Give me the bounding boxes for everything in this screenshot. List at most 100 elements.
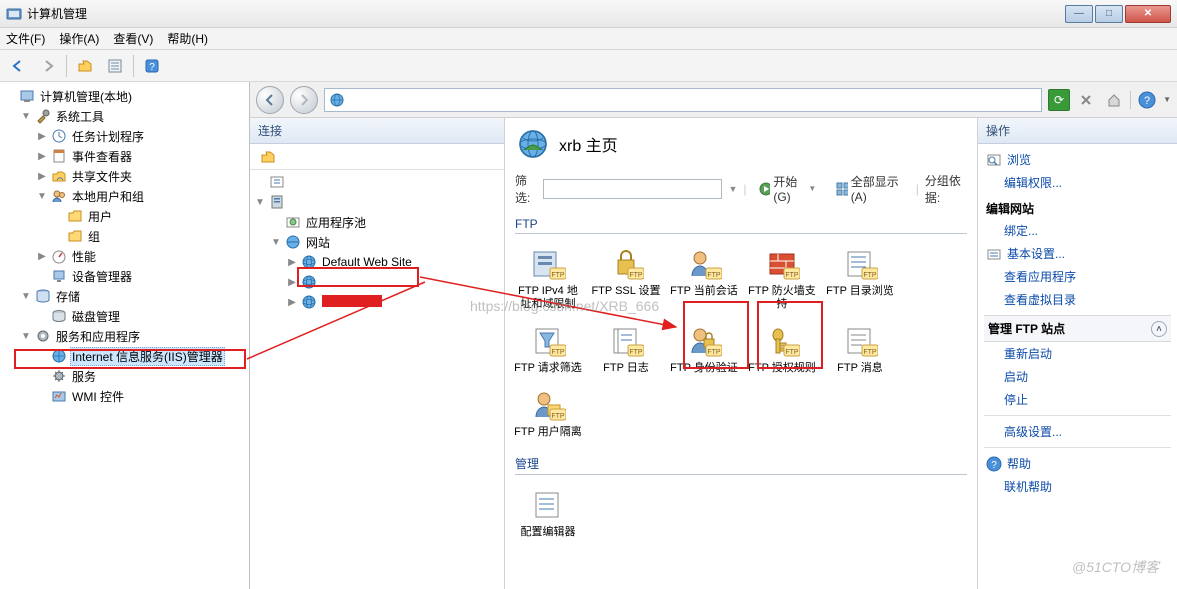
expand-toggle[interactable]: ▼	[270, 237, 282, 248]
feature-ftp-reqfilter[interactable]: FTPFTP 请求筛选	[511, 321, 585, 377]
tree-item[interactable]: Internet 信息服务(IIS)管理器	[0, 346, 249, 366]
action-edit-permissions[interactable]: 编辑权限...	[984, 171, 1171, 194]
iis-forward-button[interactable]	[290, 86, 318, 114]
tree-label: 服务	[70, 367, 98, 386]
svg-text:FTP: FTP	[707, 272, 721, 279]
action-help[interactable]: ?帮助	[984, 452, 1171, 475]
feature-ftp-authz[interactable]: FTPFTP 授权规则	[745, 321, 819, 377]
feature-ftp-auth[interactable]: FTPFTP 身份验证	[667, 321, 741, 377]
folder-icon	[67, 228, 83, 244]
globe-icon	[301, 294, 317, 310]
dropdown-icon[interactable]: ▼	[1163, 95, 1171, 104]
app-icon	[6, 6, 22, 22]
feature-ftp-ssl[interactable]: FTPFTP SSL 设置	[589, 244, 663, 313]
expand-toggle[interactable]: ▼	[36, 191, 48, 202]
expand-toggle[interactable]: ▶	[36, 251, 48, 262]
connections-tree[interactable]: ▼应用程序池▼网站▶Default Web Site▶▶	[250, 170, 504, 589]
connect-button[interactable]	[256, 145, 280, 169]
expand-toggle[interactable]: ▶	[286, 257, 298, 268]
group-mgmt-header: 管理	[515, 455, 967, 475]
feature-ftp-sessions[interactable]: FTPFTP 当前会话	[667, 244, 741, 313]
close-button[interactable]: ✕	[1125, 5, 1171, 23]
feature-ftp-browse[interactable]: FTPFTP 目录浏览	[823, 244, 897, 313]
action-online-help[interactable]: 联机帮助	[984, 475, 1171, 498]
feature-ftp-firewall[interactable]: FTPFTP 防火墙支持	[745, 244, 819, 313]
feature-label: FTP 请求筛选	[513, 362, 583, 375]
tree-item[interactable]: 设备管理器	[0, 266, 249, 286]
iis-help-button[interactable]: ?	[1135, 88, 1159, 112]
properties-button[interactable]	[103, 54, 127, 78]
tree-item[interactable]: ▶	[250, 272, 504, 292]
tree-item[interactable]: 用户	[0, 206, 249, 226]
back-button[interactable]	[6, 54, 30, 78]
action-basic-settings[interactable]: 基本设置...	[984, 242, 1171, 265]
tree-item[interactable]: ▶ 任务计划程序	[0, 126, 249, 146]
expand-toggle[interactable]: ▶	[36, 131, 48, 142]
show-all-button[interactable]: 全部显示(A)	[829, 170, 909, 207]
action-bindings[interactable]: 绑定...	[984, 219, 1171, 242]
tree-item[interactable]: ▼网站	[250, 232, 504, 252]
tree-item[interactable]: 组	[0, 226, 249, 246]
page-title-row: xrb 主页	[505, 118, 977, 166]
menu-help[interactable]: 帮助(H)	[167, 30, 208, 47]
action-restart[interactable]: 重新启动	[984, 342, 1171, 365]
action-browse[interactable]: 浏览	[984, 148, 1171, 171]
action-view-vdirs[interactable]: 查看虚拟目录	[984, 288, 1171, 311]
filter-input[interactable]	[543, 179, 722, 199]
mmc-tree[interactable]: 计算机管理(本地)▼系统工具 ▶ 任务计划程序 ▶ 事件查看器▶共享文件夹▼本地用户和组…	[0, 82, 250, 589]
up-button[interactable]	[73, 54, 97, 78]
tree-item[interactable]	[250, 172, 504, 192]
tree-item[interactable]: ▼存储	[0, 286, 249, 306]
tree-label: 任务计划程序	[70, 127, 146, 146]
maximize-button[interactable]: □	[1095, 5, 1123, 23]
feature-ftp-ipv4[interactable]: FTPFTP IPv4 地址和域限制	[511, 244, 585, 313]
tree-item[interactable]: WMI 控件	[0, 386, 249, 406]
tree-item[interactable]: 磁盘管理	[0, 306, 249, 326]
tree-item[interactable]: ▼本地用户和组	[0, 186, 249, 206]
expand-toggle[interactable]: ▶	[36, 171, 48, 182]
tree-item[interactable]: ▼服务和应用程序	[0, 326, 249, 346]
menu-file[interactable]: 文件(F)	[6, 30, 45, 47]
feature-ftp-log[interactable]: FTPFTP 日志	[589, 321, 663, 377]
home-button[interactable]	[1102, 88, 1126, 112]
iis-back-button[interactable]	[256, 86, 284, 114]
feature-label: FTP 用户隔离	[513, 426, 583, 439]
expand-toggle[interactable]: ▼	[20, 111, 32, 122]
tree-item[interactable]: ▶性能	[0, 246, 249, 266]
iis-address-bar[interactable]	[324, 88, 1042, 112]
action-view-apps[interactable]: 查看应用程序	[984, 265, 1171, 288]
expand-toggle[interactable]: ▼	[20, 331, 32, 342]
action-stop[interactable]: 停止	[984, 388, 1171, 411]
feature-ftp-isolation[interactable]: FTPFTP 用户隔离	[511, 385, 585, 441]
tree-item[interactable]: ▶	[250, 292, 504, 312]
action-start[interactable]: 启动	[984, 365, 1171, 388]
tree-item[interactable]: 服务	[0, 366, 249, 386]
menu-view[interactable]: 查看(V)	[113, 30, 153, 47]
feature-ftp-messages[interactable]: FTPFTP 消息	[823, 321, 897, 377]
tree-label: 事件查看器	[70, 147, 134, 166]
tree-item[interactable]: ▶共享文件夹	[0, 166, 249, 186]
help-button[interactable]: ?	[140, 54, 164, 78]
tree-item[interactable]: ▼	[250, 192, 504, 212]
menu-action[interactable]: 操作(A)	[59, 30, 99, 47]
tree-item[interactable]: 计算机管理(本地)	[0, 86, 249, 106]
refresh-button[interactable]: ⟳	[1048, 89, 1070, 111]
stop-nav-button[interactable]	[1074, 88, 1098, 112]
expand-toggle[interactable]: ▶	[286, 297, 298, 308]
dropdown-icon[interactable]: ▼	[728, 184, 737, 194]
tree-item[interactable]: ▼系统工具	[0, 106, 249, 126]
tree-item[interactable]: 应用程序池	[250, 212, 504, 232]
tree-item[interactable]: ▶ 事件查看器	[0, 146, 249, 166]
svg-text:FTP: FTP	[551, 272, 565, 279]
expand-toggle[interactable]: ▼	[20, 291, 32, 302]
expand-toggle[interactable]: ▶	[286, 277, 298, 288]
go-button[interactable]: 开始(G) ▼	[752, 170, 823, 207]
minimize-button[interactable]: —	[1065, 5, 1093, 23]
feature-config-editor[interactable]: 配置编辑器	[511, 485, 585, 541]
tree-item[interactable]: ▶Default Web Site	[250, 252, 504, 272]
expand-toggle[interactable]: ▼	[254, 197, 266, 208]
forward-button[interactable]	[36, 54, 60, 78]
action-advanced[interactable]: 高级设置...	[984, 420, 1171, 443]
expand-toggle[interactable]: ▶	[36, 151, 48, 162]
collapse-icon[interactable]: ˄	[1151, 321, 1167, 337]
